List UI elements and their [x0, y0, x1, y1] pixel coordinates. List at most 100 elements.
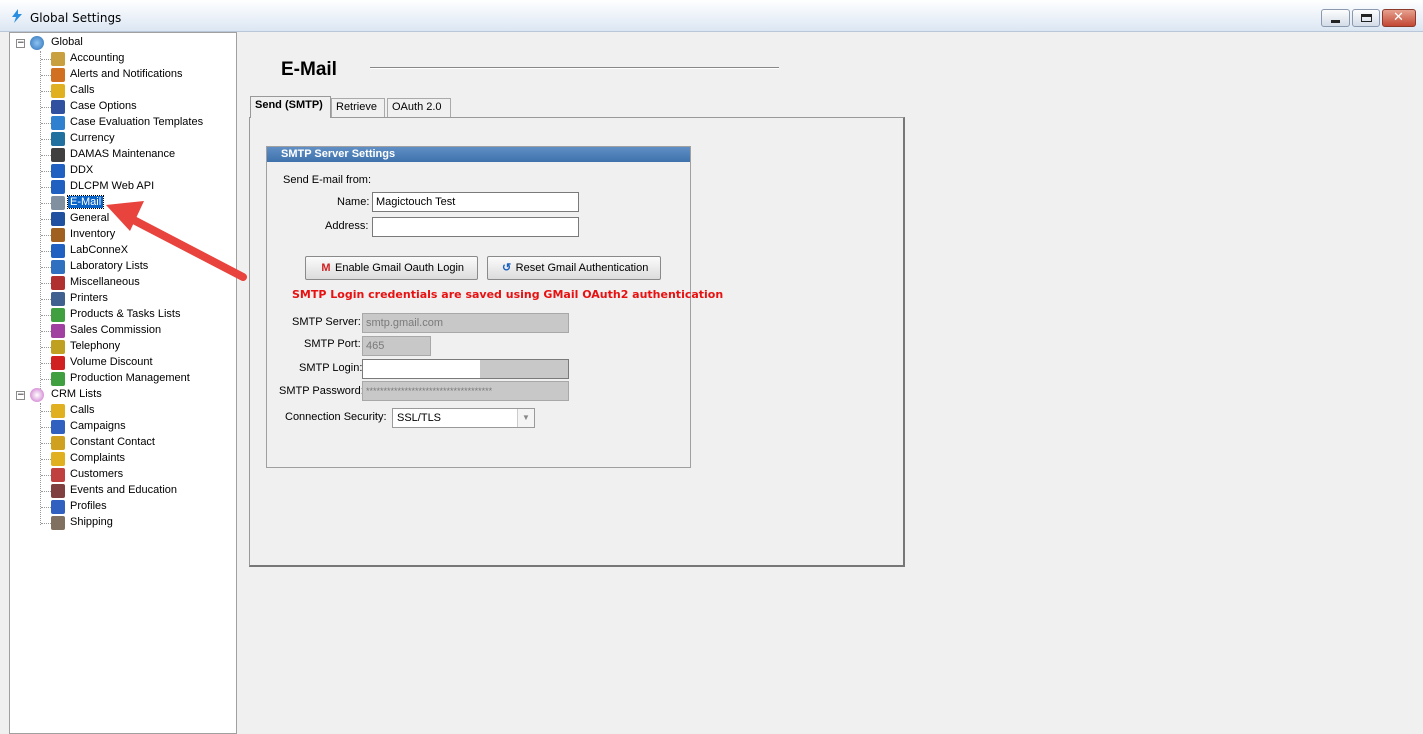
tree-item-label: E-Mail [66, 195, 105, 209]
tree-connector [41, 219, 51, 220]
case-options-icon [51, 100, 65, 114]
title-divider [370, 67, 779, 69]
address-field[interactable] [372, 217, 579, 237]
tree-item-label: Accounting [70, 52, 125, 64]
pen-icon [51, 244, 65, 258]
name-label: Name: [337, 196, 370, 208]
reset-icon: ↺ [502, 262, 512, 274]
tree-connector [41, 75, 51, 76]
currency-icon [51, 132, 65, 146]
maximize-button[interactable] [1352, 9, 1380, 27]
tree-connector [41, 267, 51, 268]
window-title: Global Settings [30, 11, 122, 25]
telephone-icon [51, 340, 65, 354]
tree-connector [41, 299, 51, 300]
profiles-icon [51, 500, 65, 514]
accounting-icon [51, 52, 65, 66]
tree-connector [41, 315, 51, 316]
complaints-icon [51, 452, 65, 466]
tree-connector [41, 507, 51, 508]
tree-item-label: Currency [70, 132, 115, 144]
pen-icon [51, 180, 65, 194]
tree-connector [40, 51, 41, 391]
minimize-icon [1331, 20, 1340, 23]
campaigns-icon [51, 420, 65, 434]
smtp-password-field[interactable]: ************************************ [362, 381, 569, 401]
tree-item-label: Constant Contact [70, 436, 155, 448]
smtp-port-field[interactable]: 465 [362, 336, 431, 356]
close-icon: ✕ [1393, 10, 1404, 25]
tree-connector [41, 235, 51, 236]
alarm-clock-icon [51, 68, 65, 82]
crm-disc-icon [30, 388, 44, 402]
tree-connector [41, 203, 51, 204]
smtp-port-label: SMTP Port: [304, 338, 361, 350]
smtp-server-label: SMTP Server: [292, 316, 361, 328]
settings-tree[interactable]: − Global Accounting Alerts and Notificati… [9, 32, 237, 734]
group-header: SMTP Server Settings [267, 147, 690, 162]
calls-icon [51, 404, 65, 418]
tree-item-label: Complaints [70, 452, 126, 464]
tree-connector [41, 379, 51, 380]
smtp-login-field[interactable] [362, 359, 569, 379]
smtp-login-label: SMTP Login: [299, 362, 363, 374]
tree-item-label: Calls [70, 404, 95, 416]
tree-item-label: Volume Discount [70, 356, 153, 368]
tree-connector [41, 123, 51, 124]
close-button[interactable]: ✕ [1382, 9, 1416, 27]
tree-item-label: DDX [70, 164, 94, 176]
enable-gmail-oauth-label: Enable Gmail Oauth Login [334, 262, 465, 274]
tree-item-label: Case Evaluation Templates [70, 116, 204, 128]
tree-item-label: Telephony [70, 340, 121, 352]
tab-retrieve[interactable]: Retrieve [331, 98, 385, 117]
tree-item-label: Products & Tasks Lists [70, 308, 181, 320]
tab-send-smtp[interactable]: Send (SMTP) [250, 96, 331, 118]
pen-icon [51, 164, 65, 178]
printer-icon [51, 292, 65, 306]
tree-node-label: Global [51, 36, 83, 48]
window-icon [51, 212, 65, 226]
tree-connector [41, 171, 51, 172]
tree-item-label: Campaigns [70, 420, 126, 432]
person-icon [51, 468, 65, 482]
connection-security-select[interactable]: SSL/TLS ▼ [392, 408, 535, 428]
tab-oauth[interactable]: OAuth 2.0 [387, 98, 451, 117]
tree-item-label: Customers [70, 468, 124, 480]
wrench-icon [51, 148, 65, 162]
gear-icon [51, 372, 65, 386]
gmail-icon: M [321, 262, 331, 274]
smtp-password-label: SMTP Password: [279, 385, 364, 397]
address-label: Address: [325, 220, 369, 232]
oauth-warning-text: SMTP Login credentials are saved using G… [292, 288, 724, 301]
tree-item-label: Sales Commission [70, 324, 162, 336]
enable-gmail-oauth-button[interactable]: M Enable Gmail Oauth Login [305, 256, 478, 280]
reset-gmail-authentication-button[interactable]: ↺ Reset Gmail Authentication [487, 256, 661, 280]
calls-icon [51, 84, 65, 98]
globe-icon [30, 36, 44, 50]
minimize-button[interactable] [1321, 9, 1350, 27]
maximize-icon [1361, 14, 1372, 22]
tree-connector [41, 59, 51, 60]
name-field[interactable]: Magictouch Test [372, 192, 579, 212]
tree-connector [41, 459, 51, 460]
tree-connector [41, 523, 51, 524]
connection-security-label: Connection Security: [285, 411, 387, 423]
tree-connector [41, 283, 51, 284]
tree-item-label: Alerts and Notifications [70, 68, 183, 80]
tree-connector [41, 155, 51, 156]
tree-connector [41, 475, 51, 476]
chevron-down-icon: ▼ [517, 409, 534, 427]
connection-security-value: SSL/TLS [397, 412, 442, 424]
tree-item-label: Shipping [70, 516, 113, 528]
reset-gmail-label: Reset Gmail Authentication [515, 262, 649, 274]
events-icon [51, 484, 65, 498]
global-collapse-toggle[interactable]: − [16, 39, 25, 48]
crm-collapse-toggle[interactable]: − [16, 391, 25, 400]
products-icon [51, 308, 65, 322]
tree-connector [41, 411, 51, 412]
tree-item-label: Case Options [70, 100, 137, 112]
smtp-server-field[interactable]: smtp.gmail.com [362, 313, 569, 333]
shipping-icon [51, 516, 65, 530]
tree-item-label: Events and Education [70, 484, 178, 496]
page-title: E-Mail [281, 59, 337, 80]
